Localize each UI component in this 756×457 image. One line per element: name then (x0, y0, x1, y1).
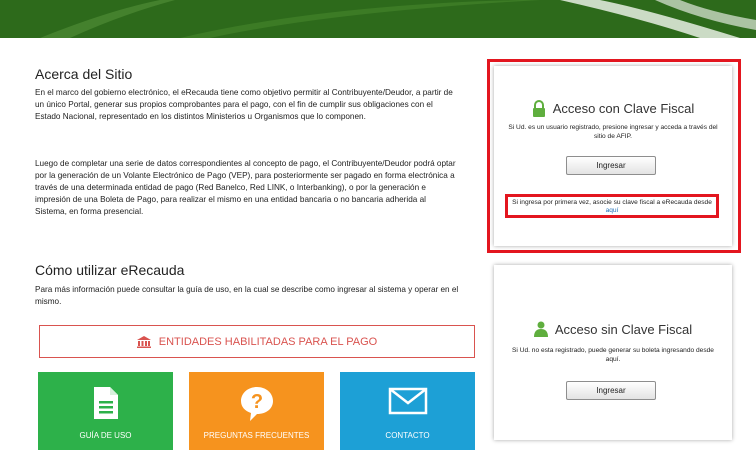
sin-clave-fiscal-card: Acceso sin Clave Fiscal Si Ud. no esta r… (494, 265, 732, 440)
clave-fiscal-description: Si Ud. es un usuario registrado, presion… (508, 124, 718, 140)
about-paragraph-2: Luego de completar una serie de datos co… (35, 159, 456, 216)
sin-clave-title-row: Acceso sin Clave Fiscal (494, 321, 732, 337)
clave-fiscal-ingresar-button[interactable]: Ingresar (566, 156, 656, 175)
usage-title: Cómo utilizar eRecauda (35, 262, 185, 278)
sin-clave-description: Si Ud. no esta registrado, puede generar… (512, 347, 714, 363)
primera-vez-text: Si ingresa por primera vez, asocie su cl… (512, 199, 712, 206)
clave-fiscal-title: Acceso con Clave Fiscal (552, 101, 695, 116)
banner-swoosh-graphic (0, 0, 756, 38)
preguntas-frecuentes-tile[interactable]: ? PREGUNTAS FRECUENTES (189, 372, 324, 450)
about-paragraph-1: En el marco del gobierno electrónico, el… (35, 88, 453, 121)
usage-paragraph: Para más información puede consultar la … (35, 285, 459, 306)
guia-de-uso-label: GUÍA DE USO (79, 431, 132, 440)
guia-de-uso-tile[interactable]: GUÍA DE USO (38, 372, 173, 450)
sin-clave-title: Acceso sin Clave Fiscal (554, 321, 693, 337)
entidades-button[interactable]: ENTIDADES HABILITADAS PARA EL PAGO (39, 325, 475, 358)
document-icon (93, 387, 118, 419)
about-title: Acerca del Sitio (35, 66, 133, 82)
primera-vez-note: Si ingresa por primera vez, asocie su cl… (505, 194, 719, 218)
entidades-label: ENTIDADES HABILITADAS PARA EL PAGO (158, 335, 378, 348)
envelope-icon (388, 387, 427, 415)
contacto-tile[interactable]: CONTACTO (340, 372, 475, 450)
preguntas-frecuentes-label: PREGUNTAS FRECUENTES (203, 431, 310, 440)
bank-building-icon (136, 335, 151, 348)
header-banner (0, 0, 756, 38)
question-mark-icon: ? (240, 387, 273, 421)
contacto-label: CONTACTO (385, 431, 430, 440)
user-icon (533, 321, 548, 337)
sin-clave-ingresar-button[interactable]: Ingresar (566, 381, 656, 400)
lock-icon (532, 100, 545, 117)
aqui-link[interactable]: aquí (606, 207, 619, 214)
clave-fiscal-card: Acceso con Clave Fiscal Si Ud. es un usu… (494, 66, 732, 246)
svg-text:?: ? (250, 391, 262, 413)
clave-fiscal-title-row: Acceso con Clave Fiscal (494, 100, 732, 117)
